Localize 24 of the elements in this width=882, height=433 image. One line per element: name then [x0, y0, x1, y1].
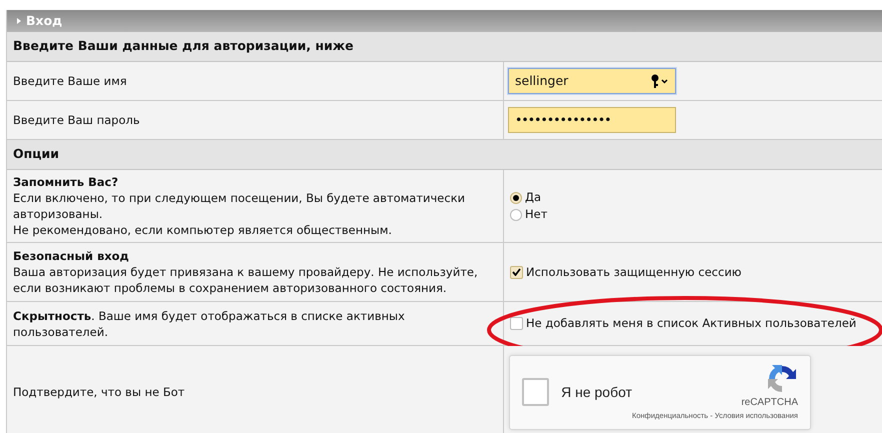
password-field[interactable]: •••••••••••••••: [508, 107, 676, 133]
option-description: Не рекомендовано, если компьютер является общественным.: [13, 222, 393, 238]
option-description: Если включено, то при следующем посещении, Вы будете автоматически авторизованы.: [13, 190, 466, 222]
captcha-checkbox[interactable]: [522, 378, 550, 406]
arrow-icon: [17, 18, 21, 24]
radio-option[interactable]: Да: [510, 189, 882, 206]
section-heading: Опции: [7, 140, 882, 170]
captcha-brand: reCAPTCHA: [741, 396, 798, 410]
checkbox-option[interactable]: Использовать защищенную сессию: [510, 264, 882, 280]
field-label: Подтвердите, что вы не Бот: [13, 384, 186, 400]
option-title: Безопасный вход: [13, 248, 130, 264]
radio-option[interactable]: Нет: [510, 206, 882, 223]
option-title: Запомнить Вас?: [13, 174, 120, 190]
field-label: Введите Ваш пароль: [13, 112, 141, 128]
option-description: Ваша авторизация будет привязана к вашему провайдеру. Не используйте, если возникают проблемы в сохранением авторизованного состояния.: [13, 264, 479, 296]
username-field[interactable]: sellinger: [508, 68, 676, 94]
captcha-label: Я не робот: [561, 382, 632, 402]
check-icon[interactable]: [512, 268, 521, 276]
field-label: Введите Ваше имя: [13, 73, 128, 89]
option-description: Скрытность. Ваше имя будет отображаться в списке активных пользователей.: [13, 308, 406, 340]
key-icon[interactable]: [651, 74, 669, 88]
section-heading: Введите Ваши данные для авторизации, ниже: [7, 32, 882, 62]
recaptcha-logo-icon: [766, 362, 798, 395]
panel-title: Вход: [26, 12, 62, 30]
